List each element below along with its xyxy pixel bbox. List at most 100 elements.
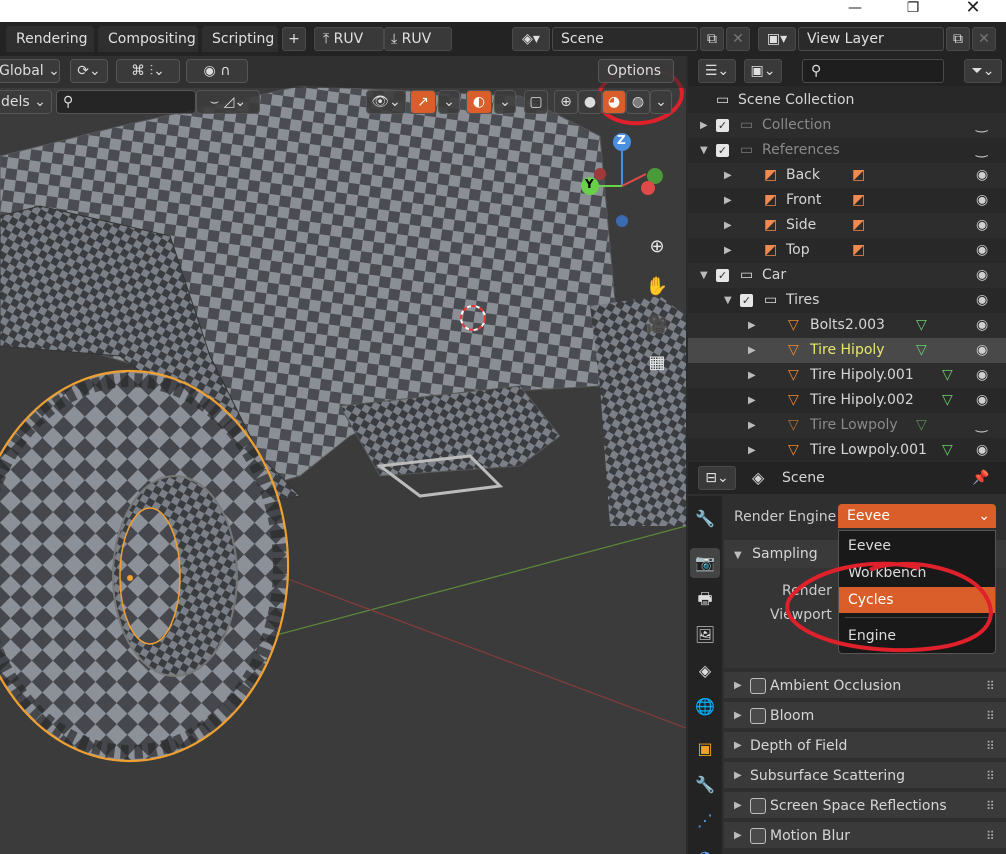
expand-icon[interactable]: ▶: [748, 363, 756, 388]
chevron-down-icon[interactable]: ⌄: [494, 90, 516, 114]
outliner-row[interactable]: ▶ ◩ Back ◩ ◉: [688, 163, 1006, 188]
expand-icon[interactable]: ▶: [724, 238, 732, 263]
curve-icon[interactable]: ⌣ ◿⌄: [196, 90, 260, 114]
scene-name-field[interactable]: Scene: [552, 27, 698, 51]
outliner-row[interactable]: ▶ ▽ Tire Hipoly.002 ▽ ◉: [688, 388, 1006, 413]
overlay-toggle-icon[interactable]: ◐: [466, 90, 492, 114]
tab-compositing[interactable]: Compositing: [98, 26, 198, 52]
outliner-row[interactable]: ▶ ◩ Side ◩ ◉: [688, 213, 1006, 238]
eye-icon[interactable]: ◉: [976, 313, 988, 338]
eye-icon[interactable]: ◉: [976, 363, 988, 388]
filter-funnel-icon[interactable]: ⏷⌄: [964, 59, 1002, 83]
options-dropdown[interactable]: Options: [598, 59, 674, 83]
expand-icon[interactable]: ▶: [724, 213, 732, 238]
drag-grip-icon[interactable]: ⠿: [986, 732, 995, 760]
ruv-upload-button[interactable]: ⤒ RUV: [314, 27, 384, 51]
outliner-row[interactable]: ▶ ▽ Tire Lowpoly ▽ ‿: [688, 413, 1006, 438]
panel-enable-checkbox[interactable]: [750, 798, 766, 814]
physics-tab-icon[interactable]: ◔: [690, 842, 720, 854]
outliner-row[interactable]: ▶ ✓ ▭ Collection ‿: [688, 113, 1006, 138]
panel-enable-checkbox[interactable]: [750, 708, 766, 724]
view-layer-selector-button[interactable]: ▣▾: [758, 27, 796, 51]
panel-enable-checkbox[interactable]: [750, 678, 766, 694]
expand-icon[interactable]: ▶: [700, 113, 708, 138]
outliner-row[interactable]: ▶ ▽ Tire Lowpoly.001 ▽ ◉: [688, 438, 1006, 463]
gizmo-z-label[interactable]: Z: [617, 133, 626, 147]
expand-icon[interactable]: ▶: [724, 163, 732, 188]
editor-type-icon[interactable]: ⊟⌄: [698, 466, 736, 490]
rendered-shading-icon[interactable]: ◍: [626, 90, 650, 114]
outliner-row[interactable]: ▼ ✓ ▭ References ‿: [688, 138, 1006, 163]
view-layer-tab-icon[interactable]: 🖼: [690, 620, 720, 650]
particles-tab-icon[interactable]: ⋰: [690, 806, 720, 836]
image-data-icon[interactable]: ◩: [852, 238, 865, 263]
hidden-eye-icon[interactable]: ‿: [976, 138, 987, 163]
collapse-icon[interactable]: ▼: [700, 263, 708, 288]
grid-perspective-icon[interactable]: ▦: [642, 348, 672, 378]
pin-icon[interactable]: 📌: [972, 466, 989, 490]
copy-scene-icon[interactable]: ⧉: [700, 27, 724, 51]
render-panel-header[interactable]: ▶ Depth of Field ⠿: [724, 732, 1006, 760]
panel-enable-checkbox[interactable]: [750, 828, 766, 844]
chevron-down-icon[interactable]: ⌄: [650, 90, 672, 114]
drag-grip-icon[interactable]: ⠿: [986, 702, 995, 730]
collection-checkbox[interactable]: ✓: [716, 269, 729, 282]
expand-icon[interactable]: ▶: [748, 413, 756, 438]
delete-view-layer-icon[interactable]: ✕: [972, 27, 996, 51]
eye-icon[interactable]: ◉: [976, 288, 988, 313]
scene-selector-button[interactable]: ◈▾: [512, 27, 550, 51]
render-panel-header[interactable]: ▶ Screen Space Reflections ⠿: [724, 792, 1006, 820]
outliner-row[interactable]: ▶ ▽ Tire Hipoly.001 ▽ ◉: [688, 363, 1006, 388]
eye-icon[interactable]: ◉: [976, 338, 988, 363]
eye-icon[interactable]: ◉: [976, 163, 988, 188]
render-panel-header[interactable]: ▶ Motion Blur ⠿: [724, 822, 1006, 850]
3d-viewport[interactable]: Z Y Global ⌄ ⟳⌄ ⌘ ⫶⌄ ◉ ∩ Options dels ⌄ …: [0, 56, 686, 854]
mesh-data-icon[interactable]: ▽: [942, 363, 953, 388]
image-data-icon[interactable]: ◩: [852, 188, 865, 213]
outliner-row[interactable]: ▶ ◩ Top ◩ ◉: [688, 238, 1006, 263]
mesh-data-icon[interactable]: ▽: [916, 313, 927, 338]
expand-icon[interactable]: ▶: [724, 188, 732, 213]
image-data-icon[interactable]: ◩: [852, 163, 865, 188]
tool-tab-icon[interactable]: 🔧: [690, 504, 720, 534]
tab-rendering[interactable]: Rendering: [6, 26, 94, 52]
minimize-icon[interactable]: —: [840, 0, 870, 22]
render-panel-header[interactable]: ▶ Bloom ⠿: [724, 702, 1006, 730]
tab-scripting[interactable]: Scripting: [202, 26, 278, 52]
collection-checkbox[interactable]: ✓: [716, 119, 729, 132]
render-panel-header[interactable]: ▶ Ambient Occlusion ⠿: [724, 672, 1006, 700]
add-workspace-button[interactable]: +: [282, 27, 306, 51]
modifier-tab-icon[interactable]: 🔧: [690, 770, 720, 800]
expand-icon[interactable]: ▶: [748, 438, 756, 463]
render-engine-dropdown[interactable]: Eevee ⌄: [838, 504, 996, 528]
outliner-row[interactable]: ▭ Scene Collection: [688, 88, 1006, 113]
pan-hand-icon[interactable]: ✋: [642, 272, 672, 302]
mesh-data-icon[interactable]: ▽: [916, 338, 927, 363]
hidden-eye-icon[interactable]: ‿: [976, 413, 987, 438]
outliner-row[interactable]: ▼ ✓ ▭ Tires ◉: [688, 288, 1006, 313]
drag-grip-icon[interactable]: ⠿: [986, 822, 995, 850]
outliner-search-input[interactable]: ⚲: [802, 59, 944, 83]
eye-icon[interactable]: ◉: [976, 388, 988, 413]
wireframe-shading-icon[interactable]: ⊕: [554, 90, 578, 114]
material-preview-shading-icon[interactable]: ◕: [602, 90, 626, 114]
ruv-download-button[interactable]: ⤓ RUV: [384, 27, 452, 51]
collapse-icon[interactable]: ▼: [724, 288, 732, 313]
scene-tab-icon[interactable]: ◈: [690, 656, 720, 686]
expand-icon[interactable]: ▶: [748, 338, 756, 363]
outliner-row[interactable]: ▶ ▽ Bolts2.003 ▽ ◉: [688, 313, 1006, 338]
drag-grip-icon[interactable]: ⠿: [986, 762, 995, 790]
collapse-icon[interactable]: ▼: [700, 138, 708, 163]
outliner-row[interactable]: ▼ ✓ ▭ Car ◉: [688, 263, 1006, 288]
image-data-icon[interactable]: ◩: [852, 213, 865, 238]
view-layer-name-field[interactable]: View Layer: [798, 27, 944, 51]
snap-icon[interactable]: ⌘ ⫶⌄: [116, 59, 180, 83]
viewport-search-field[interactable]: ⚲: [56, 90, 196, 114]
delete-scene-icon[interactable]: ✕: [726, 27, 750, 51]
xray-toggle-icon[interactable]: ▢: [524, 90, 548, 114]
drag-grip-icon[interactable]: ⠿: [986, 672, 995, 700]
outliner-filter-view-icon[interactable]: ▣⌄: [744, 59, 782, 83]
mesh-data-icon[interactable]: ▽: [942, 438, 953, 463]
object-tab-icon[interactable]: ▣: [690, 734, 720, 764]
camera-icon[interactable]: 🎥: [642, 310, 672, 340]
